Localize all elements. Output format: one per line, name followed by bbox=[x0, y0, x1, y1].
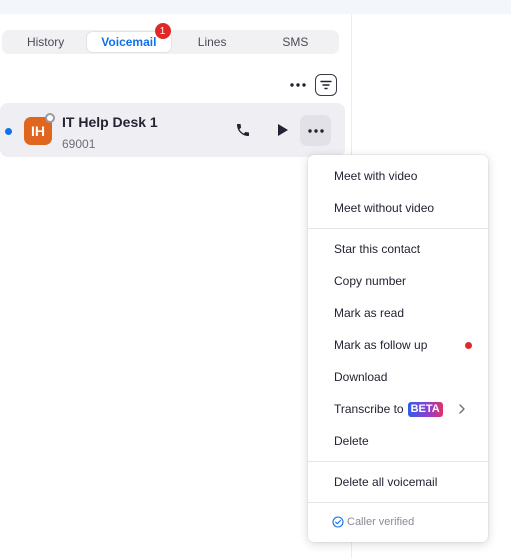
play-voicemail-button[interactable] bbox=[269, 116, 297, 144]
menu-divider bbox=[308, 228, 488, 229]
beta-badge: BETA bbox=[407, 401, 443, 417]
more-options-button[interactable] bbox=[288, 76, 308, 94]
voicemail-count-badge: 1 bbox=[154, 23, 171, 39]
menu-item-label: Delete all voicemail bbox=[334, 475, 438, 489]
top-strip bbox=[0, 0, 511, 14]
menu-item-meet-with-video[interactable]: Meet with video bbox=[308, 160, 488, 192]
verified-check-icon bbox=[332, 516, 344, 528]
menu-item-label: Mark as read bbox=[334, 306, 405, 320]
more-horizontal-icon bbox=[290, 83, 306, 87]
tab-voicemail-label: Voicemail bbox=[101, 35, 157, 49]
menu-item-delete-all-voicemail[interactable]: Delete all voicemail bbox=[308, 466, 488, 498]
tab-sms[interactable]: SMS bbox=[254, 32, 337, 52]
voicemail-more-button[interactable] bbox=[300, 115, 331, 146]
menu-item-mark-as-read[interactable]: Mark as read bbox=[308, 297, 488, 329]
menu-item-download[interactable]: Download bbox=[308, 361, 488, 393]
menu-item-label: Copy number bbox=[334, 274, 407, 288]
voicemail-caller-name: IT Help Desk 1 bbox=[62, 114, 158, 130]
phone-icon bbox=[237, 124, 249, 136]
filter-button[interactable] bbox=[315, 74, 337, 96]
menu-item-label: Download bbox=[334, 370, 388, 384]
menu-divider bbox=[308, 461, 488, 462]
play-icon bbox=[278, 124, 288, 136]
chevron-right-icon bbox=[459, 404, 465, 414]
follow-up-dot-icon bbox=[465, 342, 472, 349]
tab-history-label: History bbox=[26, 35, 65, 49]
menu-item-label: Delete bbox=[334, 434, 369, 448]
tab-lines[interactable]: Lines bbox=[171, 32, 254, 52]
menu-item-transcribe-to[interactable]: Transcribe to BETA bbox=[308, 393, 488, 425]
menu-item-label: Meet with video bbox=[334, 169, 418, 183]
more-horizontal-icon bbox=[307, 128, 324, 133]
call-back-button[interactable] bbox=[229, 116, 257, 144]
menu-item-delete[interactable]: Delete bbox=[308, 425, 488, 457]
tab-lines-label: Lines bbox=[197, 35, 227, 49]
caller-verified-label: Caller verified bbox=[347, 516, 415, 528]
avatar-initials: IH bbox=[31, 123, 45, 139]
unread-indicator bbox=[5, 128, 12, 135]
filter-icon bbox=[320, 80, 332, 90]
voicemail-context-menu: Meet with video Meet without video Star … bbox=[308, 155, 488, 542]
presence-status-icon bbox=[45, 113, 55, 123]
menu-item-mark-as-follow-up[interactable]: Mark as follow up bbox=[308, 329, 488, 361]
menu-item-label: Mark as follow up bbox=[334, 338, 428, 352]
voicemail-caller-number: 69001 bbox=[62, 137, 96, 151]
menu-item-label: Meet without video bbox=[334, 201, 435, 215]
caller-verified-status: Caller verified bbox=[332, 516, 414, 528]
menu-item-star-contact[interactable]: Star this contact bbox=[308, 233, 488, 265]
menu-item-label: Transcribe to bbox=[334, 402, 404, 416]
menu-item-copy-number[interactable]: Copy number bbox=[308, 265, 488, 297]
tab-history[interactable]: History bbox=[4, 32, 87, 52]
menu-item-meet-without-video[interactable]: Meet without video bbox=[308, 192, 488, 224]
tab-bar: History Voicemail 1 Lines SMS bbox=[2, 23, 339, 54]
tab-voicemail[interactable]: Voicemail 1 bbox=[87, 23, 171, 52]
tab-sms-label: SMS bbox=[282, 35, 309, 49]
menu-divider bbox=[308, 502, 488, 503]
menu-item-label: Star this contact bbox=[334, 242, 421, 256]
